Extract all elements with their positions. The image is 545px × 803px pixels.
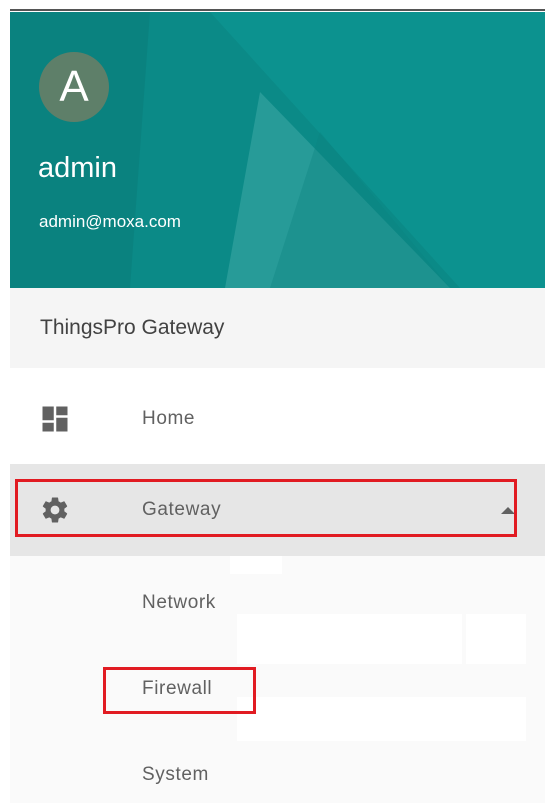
firewall-highlight-box [103, 667, 256, 714]
redaction-mask [237, 614, 462, 664]
submenu-item-system[interactable]: System [142, 764, 209, 786]
user-email: admin@moxa.com [39, 212, 181, 231]
redaction-mask [230, 556, 282, 574]
submenu-item-network[interactable]: Network [142, 592, 216, 614]
account-header: A admin admin@moxa.com [10, 12, 545, 288]
avatar[interactable]: A [39, 52, 109, 122]
gateway-submenu [10, 556, 545, 803]
redaction-mask [237, 697, 526, 741]
nav-label-home: Home [142, 408, 196, 429]
header-background [10, 12, 545, 288]
redaction-mask [466, 614, 526, 664]
dashboard-icon [42, 406, 68, 432]
gateway-highlight-box [15, 479, 517, 537]
user-name: admin [38, 152, 117, 184]
avatar-letter: A [59, 62, 89, 111]
app-title: ThingsPro Gateway [10, 288, 545, 368]
nav-item-home[interactable]: Home [10, 374, 545, 464]
top-border [10, 9, 545, 11]
